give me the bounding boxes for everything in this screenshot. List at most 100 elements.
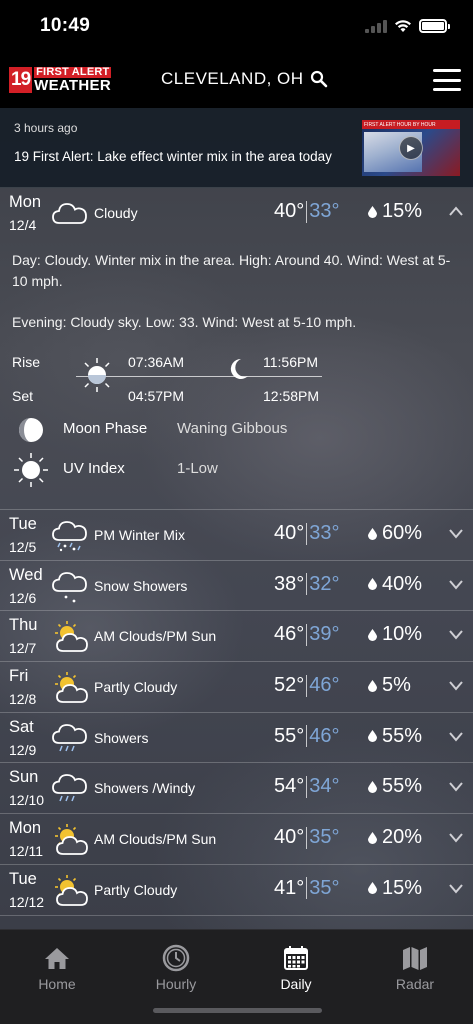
forecast-row[interactable]: Sat 12/9 Showers 55° 46° 55% [0,713,473,764]
station-logo[interactable]: 19 FIRST ALERT WEATHER [9,66,119,94]
chevron-down-icon[interactable] [448,679,464,691]
tab-radar[interactable]: Radar [356,944,473,992]
precip-chance: 55% [368,725,422,748]
thumbnail-banner-text: FIRST ALERT HOUR BY HOUR [362,120,460,129]
high-temp: 55° [274,724,305,747]
uv-index-row: UV Index 1-Low [0,450,473,490]
tab-daily[interactable]: Daily [237,944,355,992]
forecast-row[interactable]: Thu 12/7 AM Clouds/PM Sun 46° 39° 10% [0,611,473,663]
news-banner[interactable]: 3 hours ago 19 First Alert: Lake effect … [0,108,473,188]
wifi-icon [395,20,411,32]
temperature-range: 46° 39° [274,623,340,646]
condition-label: Showers /Windy [94,780,196,797]
tab-hourly[interactable]: Hourly [117,944,235,992]
high-temp: 46° [274,623,305,646]
day-name: Thu [9,616,38,635]
news-headline[interactable]: 19 First Alert: Lake effect winter mix i… [14,149,332,164]
day-name: Fri [9,667,29,686]
raindrop-icon [368,882,377,895]
chevron-down-icon[interactable] [448,578,464,590]
temperature-range: 52° 46° [274,674,340,697]
high-temp: 40° [274,200,305,222]
set-label: Set [12,388,34,404]
forecast-row-today[interactable]: Mon 12/4 Cloudy 40° 33° 15% [0,188,473,239]
low-temp: 35° [309,826,340,849]
day-date: 12/11 [9,843,43,860]
moon-phase-label: Moon Phase [63,420,148,437]
forecast-row[interactable]: Tue 12/5 PM Winter Mix 40° 33° 60% [0,510,473,561]
low-temp: 33° [309,522,340,544]
cloud-snow-icon [52,571,87,603]
search-icon[interactable] [310,70,328,88]
raindrop-icon [368,730,377,743]
chevron-down-icon[interactable] [448,831,464,843]
forecast-list: Tue 12/5 PM Winter Mix 40° 33° 60% Wed 12… [0,510,473,916]
daily-forecast-content[interactable]: 3 hours ago 19 First Alert: Lake effect … [0,108,473,929]
condition-label: PM Winter Mix [94,527,185,543]
chevron-down-icon[interactable] [448,527,464,539]
day-date: 12/9 [9,741,37,758]
moon-phase-row: Moon Phase Waning Gibbous [0,410,473,450]
precip-chance: 10% [368,623,422,646]
news-age: 3 hours ago [14,121,78,135]
day-detail-text: Day: Cloudy. Winter mix in the area. Hig… [12,252,451,289]
precip-chance: 40% [368,573,422,596]
chevron-down-icon[interactable] [448,628,464,640]
evening-detail-text: Evening: Cloudy sky. Low: 33. Wind: West… [12,314,357,330]
high-temp: 40° [274,522,305,544]
signal-icon [365,19,387,33]
sun-icon [14,453,48,487]
chevron-down-icon[interactable] [448,882,464,894]
tab-home-label: Home [38,976,76,992]
sunrise-time: 07:36AM [128,354,185,370]
temperature-range: 41° 35° [274,877,340,900]
temperature-range: 38° 32° [274,573,340,596]
condition-label: AM Clouds/PM Sun [94,628,217,645]
uv-index-value: 1-Low [177,460,218,477]
low-temp: 32° [309,572,340,595]
partly-cloudy-icon [55,621,88,653]
temperature-range: 55° 46° [274,725,340,748]
uv-index-label: UV Index [63,460,125,477]
day-date: 12/7 [9,640,37,657]
high-temp: 54° [274,775,305,798]
precip-chance: 55% [368,775,422,798]
clock-icon [162,944,190,972]
forecast-row[interactable]: Tue 12/12 Partly Cloudy 41° 35° 15% [0,865,473,916]
condition-label: Snow Showers [94,577,188,594]
low-temp: 46° [309,674,340,697]
sun-horizon-icon [84,358,110,392]
forecast-row[interactable]: Sun 12/10 Showers /Windy 54° 34° 55% [0,763,473,815]
status-bar: 10:49 [0,0,473,52]
forecast-row[interactable]: Wed 12/6 Snow Showers 38° 32° 40% [0,561,473,612]
day-detail-expanded: Mon 12/4 Cloudy 40° 33° 15% Day: Cloudy.… [0,188,473,510]
high-temp: 52° [274,674,305,697]
chevron-up-icon[interactable] [448,205,464,217]
condition-label: Partly Cloudy [94,881,178,898]
chevron-down-icon[interactable] [448,730,464,742]
cloud-icon [52,203,87,224]
day-name: Tue [9,515,37,533]
day-date: 12/12 [9,893,45,910]
moon-phase-value: Waning Gibbous [177,420,288,437]
raindrop-icon [368,679,377,692]
hamburger-menu-icon[interactable] [433,69,461,91]
day-name: Sun [9,768,39,787]
precip-chance: 20% [368,826,422,849]
play-icon[interactable]: ▶ [399,136,423,160]
location-selector[interactable]: CLEVELAND, OH [161,69,328,89]
tab-home[interactable]: Home [0,944,116,992]
precip-chance: 60% [368,522,422,545]
temperature-range: 40° 33° [274,522,340,545]
partly-cloudy-icon [55,874,88,906]
partly-cloudy-icon [55,824,88,856]
high-temp: 38° [274,572,305,595]
temperature-range: 40° 33° [274,200,340,223]
chevron-down-icon[interactable] [448,780,464,792]
raindrop-icon [368,527,377,540]
news-video-thumbnail[interactable]: FIRST ALERT HOUR BY HOUR ▶ [362,120,460,176]
forecast-row[interactable]: Mon 12/11 AM Clouds/PM Sun 40° 35° 20% [0,814,473,865]
city-label: CLEVELAND, OH [161,69,304,88]
forecast-row[interactable]: Fri 12/8 Partly Cloudy 52° 46° 5% [0,662,473,713]
temperature-range: 54° 34° [274,775,340,798]
